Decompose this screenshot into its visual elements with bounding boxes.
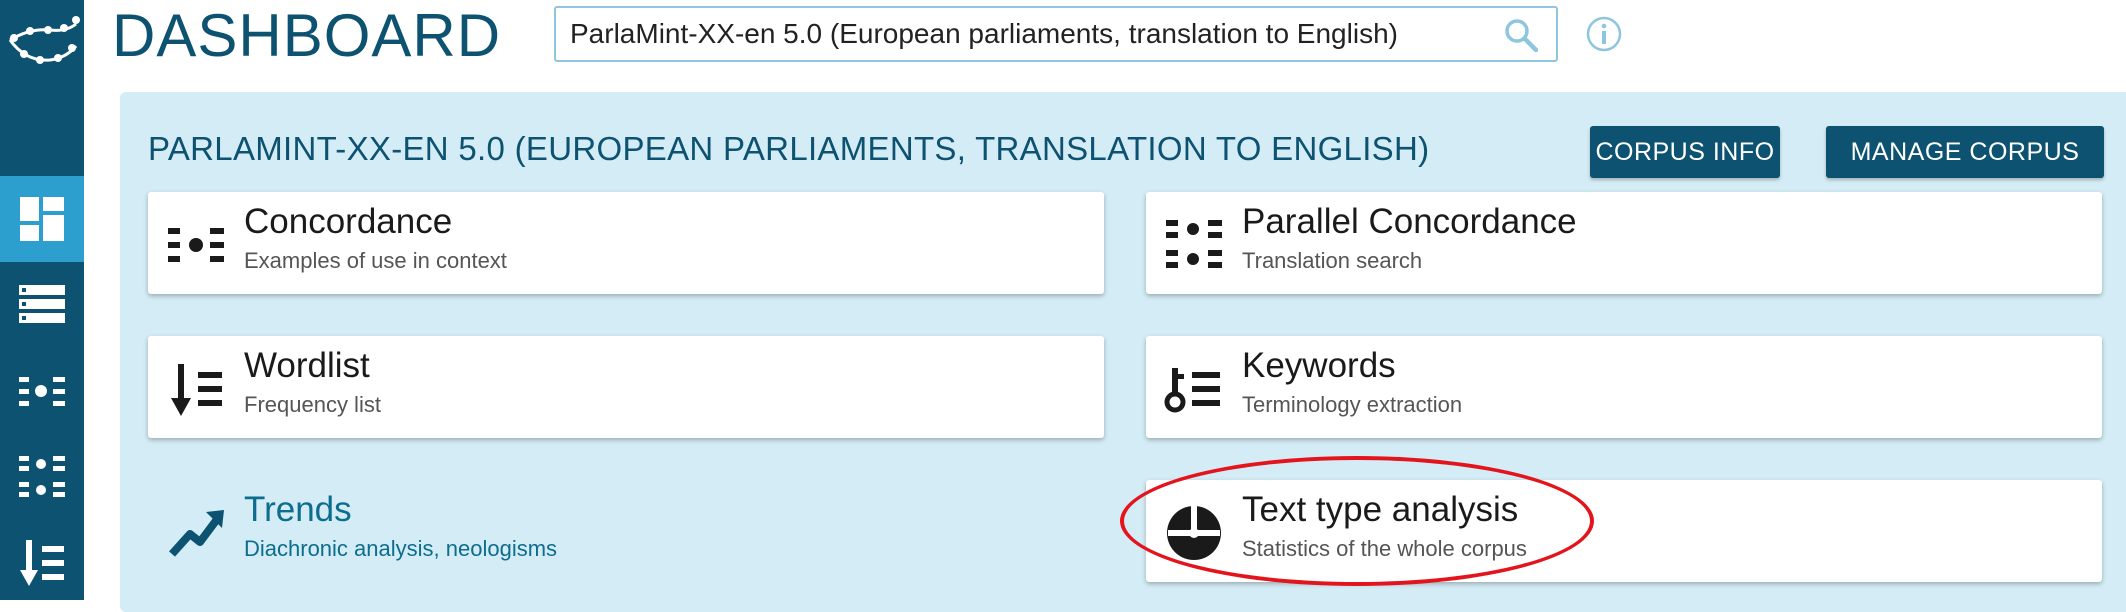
tool-card-title: Parallel Concordance bbox=[1242, 202, 1577, 241]
tool-card-title: Wordlist bbox=[244, 346, 370, 385]
page-title: DASHBOARD bbox=[112, 2, 502, 69]
logo-icon bbox=[8, 16, 80, 64]
parallel-concordance-icon bbox=[1166, 220, 1222, 268]
corpus-search[interactable] bbox=[554, 6, 1558, 62]
sidebar-item-list[interactable] bbox=[0, 262, 84, 348]
tool-card-subtitle: Frequency list bbox=[244, 392, 381, 417]
tool-card-wordlist[interactable]: Wordlist Frequency list bbox=[148, 336, 1104, 438]
tool-card-subtitle: Examples of use in context bbox=[244, 248, 507, 273]
tool-card-keywords[interactable]: Keywords Terminology extraction bbox=[1146, 336, 2102, 438]
dashboard-icon bbox=[20, 197, 64, 241]
sidebar-item-dashboard[interactable] bbox=[0, 176, 84, 262]
tool-card-title: Keywords bbox=[1242, 346, 1396, 385]
sidebar bbox=[0, 0, 84, 600]
tool-card-trends[interactable]: Trends Diachronic analysis, neologisms bbox=[148, 480, 1104, 582]
concordance-icon bbox=[19, 377, 65, 406]
text-type-icon bbox=[1167, 506, 1221, 560]
tool-card-subtitle: Statistics of the whole corpus bbox=[1242, 536, 1527, 561]
keywords-icon bbox=[1164, 368, 1220, 413]
sidebar-item-concordance[interactable] bbox=[0, 348, 84, 434]
tool-card-concordance[interactable]: Concordance Examples of use in context bbox=[148, 192, 1104, 294]
tool-card-text-type-analysis[interactable]: Text type analysis Statistics of the who… bbox=[1146, 480, 2102, 582]
tool-card-title: Concordance bbox=[244, 202, 453, 241]
tool-card-title: Text type analysis bbox=[1242, 490, 1519, 529]
logo[interactable] bbox=[0, 0, 84, 88]
wordlist-icon bbox=[171, 364, 222, 416]
tool-card-subtitle: Translation search bbox=[1242, 248, 1423, 273]
tool-card-title: Trends bbox=[244, 490, 352, 529]
manage-corpus-button[interactable]: MANAGE CORPUS bbox=[1826, 126, 2104, 178]
corpus-info-button[interactable]: CORPUS INFO bbox=[1590, 126, 1780, 178]
corpus-title: PARLAMINT-XX-EN 5.0 (EUROPEAN PARLIAMENT… bbox=[148, 130, 1430, 167]
info-icon[interactable] bbox=[1586, 16, 1622, 52]
wordlist-icon bbox=[20, 540, 64, 586]
sidebar-item-parallel-concordance[interactable] bbox=[0, 434, 84, 520]
trends-icon bbox=[169, 510, 224, 557]
sidebar-item-wordlist[interactable] bbox=[0, 520, 84, 606]
tool-card-subtitle: Diachronic analysis, neologisms bbox=[244, 536, 558, 561]
tool-card-parallel-concordance[interactable]: Parallel Concordance Translation search bbox=[1146, 192, 2102, 294]
list-icon bbox=[19, 285, 65, 323]
corpus-search-input[interactable] bbox=[570, 8, 1490, 60]
search-icon[interactable] bbox=[1504, 18, 1538, 52]
tool-card-subtitle: Terminology extraction bbox=[1242, 392, 1463, 417]
concordance-icon bbox=[168, 228, 224, 262]
parallel-concordance-icon bbox=[19, 456, 65, 497]
